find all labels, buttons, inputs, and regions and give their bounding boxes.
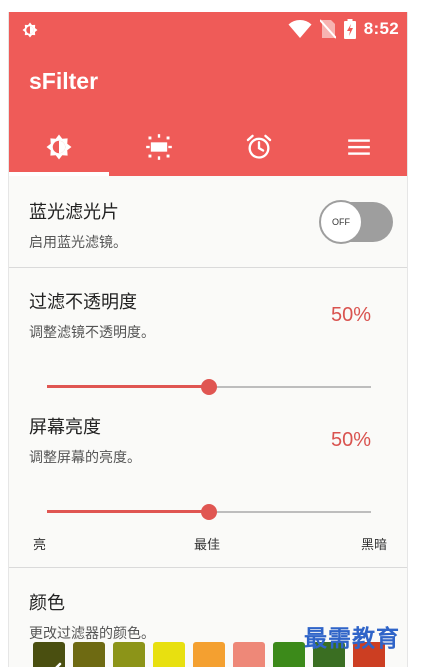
divider bbox=[9, 267, 407, 268]
opacity-slider[interactable] bbox=[47, 377, 371, 397]
slider-fill bbox=[47, 510, 209, 513]
app-title: sFilter bbox=[29, 68, 99, 94]
color-swatch[interactable] bbox=[233, 642, 265, 667]
color-title: 颜色 bbox=[29, 593, 65, 614]
scale-label-optimal: 最佳 bbox=[194, 538, 221, 553]
wifi-icon bbox=[288, 20, 312, 38]
tab-brightness[interactable] bbox=[9, 117, 109, 176]
no-sim-icon bbox=[319, 19, 336, 39]
toggle-knob: OFF bbox=[319, 200, 363, 244]
phone-screen: 8:52 sFilter 蓝光滤光片 启用蓝光滤镜。 OFF 过滤不透明度 调整… bbox=[8, 12, 408, 667]
watermark-text: 最需教育 bbox=[304, 625, 400, 652]
slider-thumb[interactable] bbox=[201, 504, 217, 520]
opacity-subtitle: 调整滤镜不透明度。 bbox=[29, 325, 155, 341]
color-swatch[interactable] bbox=[113, 642, 145, 667]
brightness-icon bbox=[22, 22, 38, 38]
scale-label-bright: 亮 bbox=[33, 538, 47, 553]
status-time: 8:52 bbox=[363, 19, 399, 38]
tab-filter-intensity[interactable] bbox=[109, 117, 209, 176]
color-swatch[interactable] bbox=[273, 642, 305, 667]
opacity-title: 过滤不透明度 bbox=[29, 292, 137, 313]
battery-charging-icon bbox=[343, 19, 356, 39]
color-swatch[interactable] bbox=[33, 642, 65, 667]
tab-bar bbox=[9, 117, 407, 176]
color-subtitle: 更改过滤器的颜色。 bbox=[29, 626, 155, 642]
alarm-clock-icon bbox=[246, 134, 272, 159]
app-bar: 8:52 sFilter bbox=[9, 12, 407, 176]
blue-filter-title: 蓝光滤光片 bbox=[29, 202, 119, 223]
blue-filter-subtitle: 启用蓝光滤镜。 bbox=[29, 235, 127, 251]
color-swatch[interactable] bbox=[193, 642, 225, 667]
opacity-value: 50% bbox=[330, 304, 371, 326]
brightness-title: 屏幕亮度 bbox=[29, 417, 101, 438]
scale-label-dark: 黑暗 bbox=[361, 538, 388, 553]
blue-filter-toggle[interactable]: OFF bbox=[319, 200, 393, 244]
tab-schedule[interactable] bbox=[209, 117, 309, 176]
color-swatch[interactable] bbox=[73, 642, 105, 667]
tab-menu[interactable] bbox=[309, 117, 407, 176]
brightness-slider[interactable] bbox=[47, 502, 371, 522]
divider bbox=[9, 567, 407, 568]
menu-icon bbox=[348, 138, 370, 155]
brightness-icon bbox=[46, 134, 72, 159]
check-icon bbox=[55, 662, 62, 667]
slider-fill bbox=[47, 385, 209, 388]
slider-thumb[interactable] bbox=[201, 379, 217, 395]
brightness-value: 50% bbox=[330, 429, 371, 451]
brightness-subtitle: 调整屏幕的亮度。 bbox=[29, 450, 141, 466]
color-swatch[interactable] bbox=[153, 642, 185, 667]
status-bar: 8:52 bbox=[9, 12, 407, 46]
filter-intensity-icon bbox=[146, 133, 172, 160]
